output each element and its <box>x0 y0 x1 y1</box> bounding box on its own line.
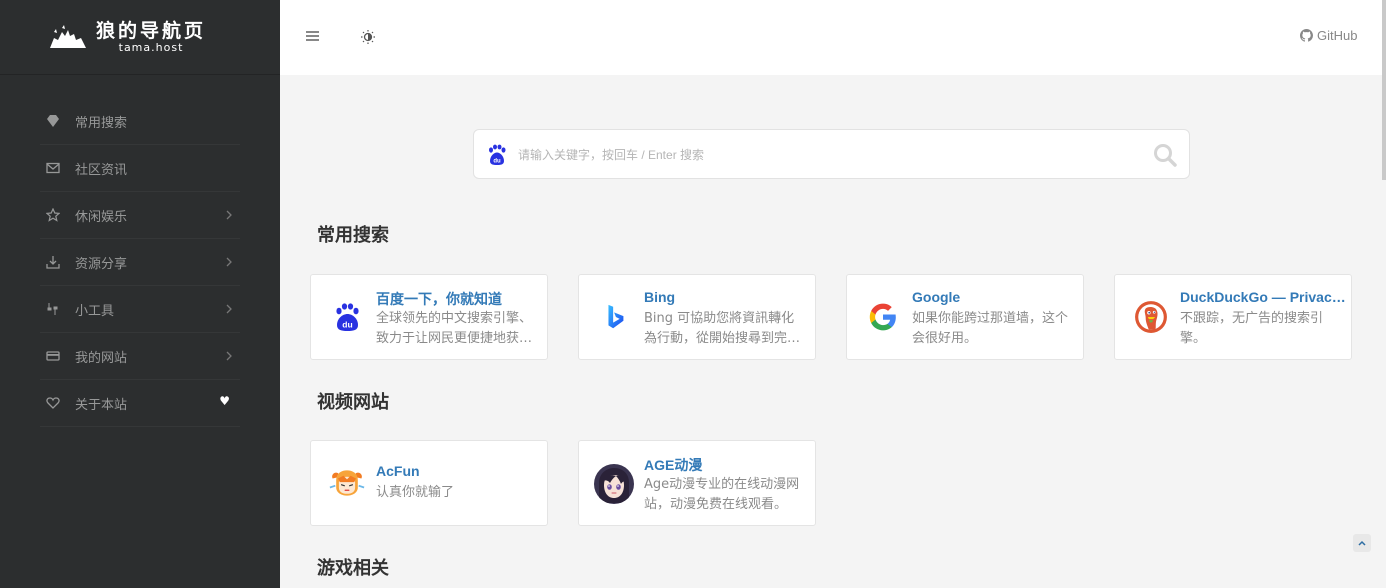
svg-text:du: du <box>493 159 501 165</box>
sidebar-nav: 常用搜索 社区资讯 休闲娱乐 资源分享 小工具 我的网站 关于本站 ♥ <box>0 98 280 427</box>
site-card-desc: Age动漫专业的在线动漫网站，动漫免费在线观看。 <box>644 477 800 512</box>
theme-toggle-icon[interactable] <box>360 29 376 45</box>
site-domain: tama.host <box>118 41 184 54</box>
search-box: du <box>473 129 1190 179</box>
search-input[interactable] <box>518 143 1138 167</box>
sidebar-item-entertainment[interactable]: 休闲娱乐 <box>40 192 240 239</box>
site-card-title: Google <box>912 289 961 305</box>
bing-icon <box>597 299 633 335</box>
chevron-right-icon <box>226 210 232 220</box>
sidebar-item-label: 社区资讯 <box>75 162 128 178</box>
site-card-bing[interactable]: Bing Bing 可協助您將資訊轉化為行動，從開始搜尋到完成。 <box>578 274 816 360</box>
site-card-title: DuckDuckGo — Privacy, simplified. <box>1180 289 1350 305</box>
chevron-right-icon <box>226 257 232 267</box>
sidebar-item-resources[interactable]: 资源分享 <box>40 239 240 286</box>
sidebar-item-tools[interactable]: 小工具 <box>40 286 240 333</box>
site-card-desc: 全球领先的中文搜索引擎、致力于让网民更便捷地获取信息，找到所求。 <box>376 311 533 346</box>
site-card-title: Bing <box>644 289 676 305</box>
sidebar-item-about[interactable]: 关于本站 ♥ <box>40 380 240 427</box>
site-card-acfun[interactable]: AcFun 认真你就输了 <box>310 440 548 526</box>
site-card-age-anime[interactable]: AGE动漫 Age动漫专业的在线动漫网站，动漫免费在线观看。 <box>578 440 816 526</box>
wolf-logo-icon <box>50 25 86 48</box>
baidu-icon: du <box>329 299 365 335</box>
search-icon[interactable] <box>1152 142 1178 168</box>
credit-card-icon <box>45 349 60 364</box>
duckduckgo-icon <box>1133 299 1169 335</box>
heart-badge-icon: ♥ <box>219 394 230 408</box>
site-card-duckduckgo[interactable]: DuckDuckGo — Privacy, simplified. 不跟踪，无广… <box>1114 274 1352 360</box>
age-icon <box>593 463 635 505</box>
section-title-video-sites: 视频网站 <box>317 392 389 413</box>
google-icon <box>865 299 901 335</box>
section-title-common-search: 常用搜索 <box>317 225 389 246</box>
sidebar-item-label: 关于本站 <box>75 397 128 413</box>
sidebar-item-label: 我的网站 <box>75 350 128 366</box>
acfun-icon <box>329 465 365 501</box>
envelope-icon <box>45 161 60 176</box>
hamburger-menu-icon[interactable] <box>306 29 320 43</box>
github-link[interactable]: GitHub <box>1300 28 1357 43</box>
sidebar: 狼的导航页 tama.host 常用搜索 社区资讯 休闲娱乐 资源分享 小工具 … <box>0 0 280 588</box>
chevron-right-icon <box>226 304 232 314</box>
heart-outline-icon <box>45 396 60 411</box>
site-card-title: AGE动漫 <box>644 457 703 473</box>
chevron-right-icon <box>226 351 232 361</box>
site-card-google[interactable]: Google 如果你能跨过那道墙，这个会很好用。 <box>846 274 1084 360</box>
site-card-desc: Bing 可協助您將資訊轉化為行動，從開始搜尋到完成。 <box>644 311 795 346</box>
top-bar: GitHub <box>280 0 1386 75</box>
chevron-up-icon <box>1358 540 1366 546</box>
site-card-desc: 认真你就输了 <box>376 485 455 500</box>
section-title-games: 游戏相关 <box>317 558 389 579</box>
site-card-baidu[interactable]: du 百度一下，你就知道 全球领先的中文搜索引擎、致力于让网民更便捷地获取信息，… <box>310 274 548 360</box>
back-to-top-button[interactable] <box>1353 534 1371 552</box>
sidebar-item-label: 资源分享 <box>75 256 128 272</box>
svg-text:du: du <box>342 320 352 330</box>
sidebar-item-label: 休闲娱乐 <box>75 209 128 225</box>
github-icon <box>1300 29 1313 42</box>
github-label: GitHub <box>1317 28 1358 43</box>
site-card-desc: 不跟踪，无广告的搜索引擎。 <box>1180 311 1324 346</box>
sidebar-item-label: 常用搜索 <box>75 115 128 131</box>
baidu-paw-icon[interactable]: du <box>486 144 508 166</box>
sidebar-item-label: 小工具 <box>75 303 115 319</box>
download-icon <box>45 255 60 270</box>
site-card-title: AcFun <box>376 463 420 479</box>
sidebar-item-community-news[interactable]: 社区资讯 <box>40 145 240 192</box>
sidebar-item-my-sites[interactable]: 我的网站 <box>40 333 240 380</box>
sidebar-item-common-search[interactable]: 常用搜索 <box>40 98 240 145</box>
scrollbar[interactable] <box>1382 0 1386 180</box>
star-icon <box>45 208 60 223</box>
site-logo[interactable]: 狼的导航页 tama.host <box>0 0 280 75</box>
site-card-title: 百度一下，你就知道 <box>376 291 502 307</box>
tools-icon <box>45 302 60 317</box>
site-title: 狼的导航页 <box>96 20 207 42</box>
diamond-icon <box>45 114 60 129</box>
site-card-desc: 如果你能跨过那道墙，这个会很好用。 <box>912 311 1069 346</box>
